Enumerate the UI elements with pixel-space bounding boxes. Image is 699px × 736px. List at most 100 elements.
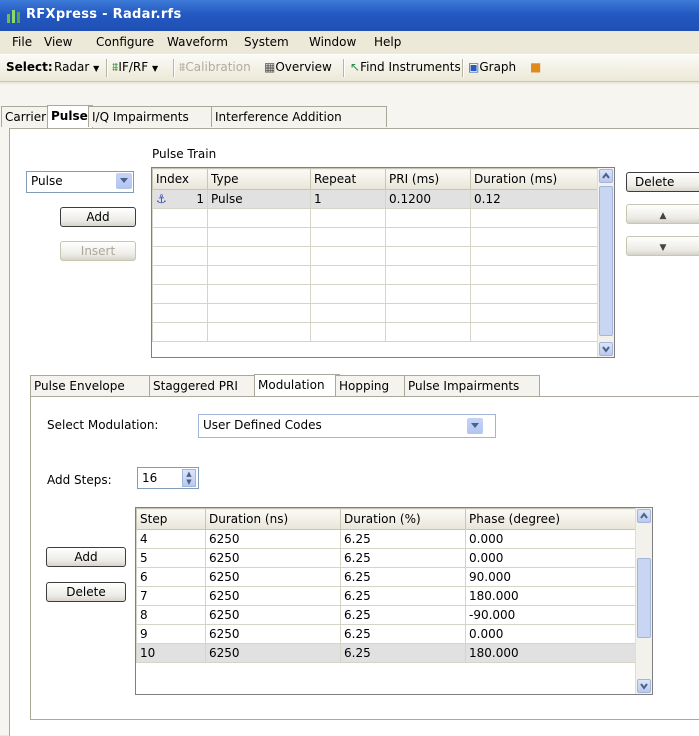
- step-cell: 5: [136, 548, 206, 568]
- move-down-button[interactable]: ▼: [626, 236, 699, 256]
- table-row[interactable]: 7 6250 6.25 180.000: [136, 586, 636, 606]
- table-row[interactable]: 9 6250 6.25 0.000: [136, 624, 636, 644]
- table-row[interactable]: 10 6250 6.25 180.000: [136, 643, 636, 663]
- row-index-cell: ⚓ 1: [152, 189, 208, 209]
- duration-pct-cell: 6.25: [340, 548, 466, 568]
- tab-modulation[interactable]: Modulation: [254, 374, 340, 397]
- scroll-up-icon[interactable]: [599, 169, 613, 183]
- col-duration-pct[interactable]: Duration (%): [340, 508, 466, 530]
- menu-configure[interactable]: Configure: [96, 35, 154, 49]
- table-row[interactable]: [152, 208, 598, 228]
- select-label: Select:: [6, 60, 53, 74]
- step-cell: 10: [136, 643, 206, 663]
- menu-system[interactable]: System: [244, 35, 289, 49]
- table-row[interactable]: [152, 322, 598, 342]
- overview-button[interactable]: ▦Overview: [264, 60, 332, 74]
- type-cell: Pulse: [207, 189, 311, 209]
- pulse-train-label: Pulse Train: [152, 147, 217, 161]
- table-row[interactable]: [152, 265, 598, 285]
- duration-cell: 0.12: [470, 189, 598, 209]
- col-duration[interactable]: Duration (ms): [470, 168, 598, 190]
- repeat-cell: 1: [310, 189, 386, 209]
- anchor-icon: ⚓: [156, 192, 167, 206]
- add-steps-spinner[interactable]: 16 ▲ ▼: [137, 467, 199, 489]
- table-row[interactable]: [152, 284, 598, 304]
- index-value: 1: [196, 192, 204, 206]
- calibration-button[interactable]: ⩩Calibration: [179, 60, 251, 75]
- pulse-insert-button[interactable]: Insert: [60, 241, 136, 261]
- col-step[interactable]: Step: [136, 508, 206, 530]
- col-repeat[interactable]: Repeat: [310, 168, 386, 190]
- step-delete-button[interactable]: Delete: [46, 582, 126, 602]
- duration-pct-cell: 6.25: [340, 605, 466, 625]
- move-up-button[interactable]: ▲: [626, 204, 699, 224]
- scroll-thumb[interactable]: [599, 186, 613, 336]
- ifrf-button[interactable]: ⩩IF/RF ▼: [112, 60, 158, 75]
- menu-file[interactable]: File: [12, 35, 32, 49]
- menu-help[interactable]: Help: [374, 35, 401, 49]
- scroll-up-icon[interactable]: [637, 509, 651, 523]
- menu-window[interactable]: Window: [309, 35, 356, 49]
- step-cell: 6: [136, 567, 206, 587]
- duration-ns-cell: 6250: [205, 529, 341, 549]
- step-cell: 9: [136, 624, 206, 644]
- window-title: RFXpress - Radar.rfs: [26, 7, 182, 22]
- scroll-thumb[interactable]: [637, 558, 651, 638]
- duration-ns-cell: 6250: [205, 548, 341, 568]
- tab-pulse-envelope[interactable]: Pulse Envelope: [30, 375, 154, 396]
- toolbar-separator: [106, 59, 108, 77]
- chevron-down-icon: [467, 418, 483, 434]
- table-row[interactable]: [152, 246, 598, 266]
- duration-pct-cell: 6.25: [340, 643, 466, 663]
- col-type[interactable]: Type: [207, 168, 311, 190]
- menu-view[interactable]: View: [44, 35, 72, 49]
- scroll-down-icon[interactable]: [637, 679, 651, 693]
- select-modulation-label: Select Modulation:: [47, 418, 159, 432]
- phase-cell: 0.000: [465, 624, 636, 644]
- find-instruments-icon: ↖: [350, 60, 361, 74]
- table-row[interactable]: 4 6250 6.25 0.000: [136, 529, 636, 549]
- pulse-type-value: Pulse: [31, 174, 63, 188]
- steps-scrollbar[interactable]: [635, 508, 652, 694]
- tab-hopping[interactable]: Hopping: [335, 375, 409, 396]
- step-add-button[interactable]: Add: [46, 547, 126, 567]
- tab-iq-impairments[interactable]: I/Q Impairments: [88, 106, 216, 127]
- table-row[interactable]: 5 6250 6.25 0.000: [136, 548, 636, 568]
- select-dropdown[interactable]: Radar ▼: [54, 60, 99, 74]
- pulse-delete-button[interactable]: Delete: [626, 172, 699, 192]
- find-instruments-button[interactable]: ↖Find Instruments: [350, 60, 461, 74]
- toolbar-more-icon[interactable]: ■: [530, 60, 541, 74]
- step-cell: 8: [136, 605, 206, 625]
- tab-pulse-impairments[interactable]: Pulse Impairments: [404, 375, 540, 396]
- col-pri[interactable]: PRI (ms): [385, 168, 471, 190]
- top-tab-strip: Carrier Pulse I/Q Impairments Interferen…: [0, 105, 699, 128]
- overview-icon: ▦: [264, 60, 276, 74]
- calibration-label: Calibration: [185, 60, 251, 74]
- spinner-arrows-icon[interactable]: ▲ ▼: [182, 469, 196, 487]
- table-row[interactable]: [152, 227, 598, 247]
- table-row[interactable]: 8 6250 6.25 -90.000: [136, 605, 636, 625]
- ifrf-label: IF/RF: [118, 60, 149, 74]
- scroll-down-icon[interactable]: [599, 342, 613, 356]
- modulation-select[interactable]: User Defined Codes: [198, 414, 496, 438]
- phase-cell: 90.000: [465, 567, 636, 587]
- menu-waveform[interactable]: Waveform: [167, 35, 228, 49]
- pulse-add-button[interactable]: Add: [60, 207, 136, 227]
- pulse-train-scrollbar[interactable]: [597, 168, 614, 357]
- step-cell: 7: [136, 586, 206, 606]
- tab-pulse[interactable]: Pulse: [47, 105, 93, 128]
- tab-carrier[interactable]: Carrier: [1, 106, 52, 127]
- table-row[interactable]: 6 6250 6.25 90.000: [136, 567, 636, 587]
- table-row[interactable]: [152, 303, 598, 323]
- table-row[interactable]: ⚓ 1 Pulse 1 0.1200 0.12: [152, 189, 598, 209]
- duration-ns-cell: 6250: [205, 624, 341, 644]
- col-index[interactable]: Index: [152, 168, 208, 190]
- pulse-type-select[interactable]: Pulse: [26, 171, 134, 193]
- col-phase[interactable]: Phase (degree): [465, 508, 636, 530]
- graph-button[interactable]: ▣Graph: [468, 60, 516, 74]
- pri-cell: 0.1200: [385, 189, 471, 209]
- step-cell: 4: [136, 529, 206, 549]
- col-duration-ns[interactable]: Duration (ns): [205, 508, 341, 530]
- tab-staggered-pri[interactable]: Staggered PRI: [149, 375, 259, 396]
- tab-interference-addition[interactable]: Interference Addition: [211, 106, 387, 127]
